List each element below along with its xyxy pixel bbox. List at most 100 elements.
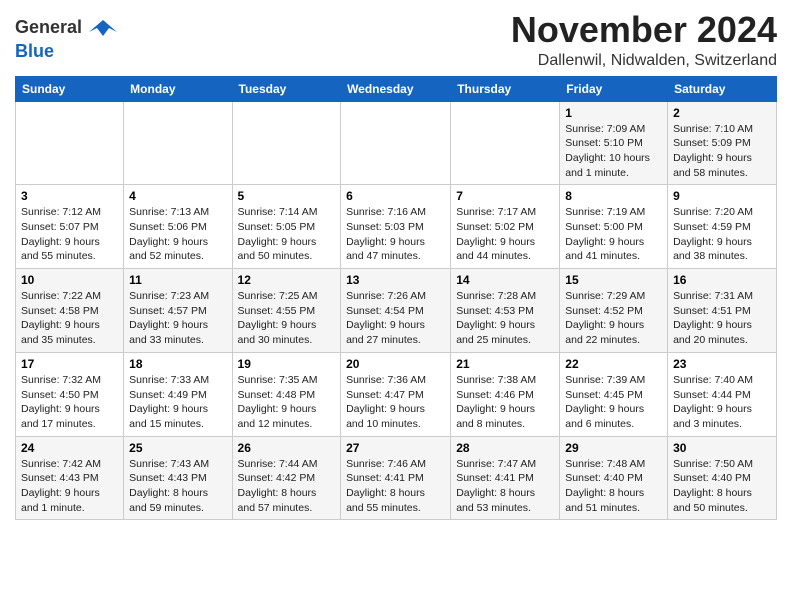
day-number: 27	[346, 441, 445, 455]
calendar-cell: 15 Sunrise: 7:29 AM Sunset: 4:52 PM Dayli…	[560, 269, 668, 353]
weekday-header-wednesday: Wednesday	[341, 76, 451, 101]
calendar-cell: 13 Sunrise: 7:26 AM Sunset: 4:54 PM Dayli…	[341, 269, 451, 353]
day-number: 1	[565, 106, 662, 120]
day-number: 20	[346, 357, 445, 371]
day-detail: Sunrise: 7:22 AM Sunset: 4:58 PM Dayligh…	[21, 289, 118, 348]
day-number: 30	[673, 441, 771, 455]
day-detail: Sunrise: 7:20 AM Sunset: 4:59 PM Dayligh…	[673, 205, 771, 264]
day-detail: Sunrise: 7:32 AM Sunset: 4:50 PM Dayligh…	[21, 373, 118, 432]
day-number: 10	[21, 273, 118, 287]
day-detail: Sunrise: 7:42 AM Sunset: 4:43 PM Dayligh…	[21, 457, 118, 516]
day-number: 12	[238, 273, 336, 287]
day-number: 8	[565, 189, 662, 203]
calendar-cell: 9 Sunrise: 7:20 AM Sunset: 4:59 PM Daylig…	[668, 185, 777, 269]
day-detail: Sunrise: 7:23 AM Sunset: 4:57 PM Dayligh…	[129, 289, 226, 348]
day-number: 26	[238, 441, 336, 455]
day-number: 3	[21, 189, 118, 203]
day-number: 11	[129, 273, 226, 287]
day-detail: Sunrise: 7:31 AM Sunset: 4:51 PM Dayligh…	[673, 289, 771, 348]
calendar-cell: 17 Sunrise: 7:32 AM Sunset: 4:50 PM Dayli…	[16, 352, 124, 436]
weekday-header-saturday: Saturday	[668, 76, 777, 101]
calendar-cell: 22Sunrise: 7:39 AM Sunset: 4:45 PM Dayli…	[560, 352, 668, 436]
weekday-header-row: SundayMondayTuesdayWednesdayThursdayFrid…	[16, 76, 777, 101]
logo-general: General	[15, 14, 117, 42]
location-title: Dallenwil, Nidwalden, Switzerland	[511, 52, 777, 70]
day-number: 25	[129, 441, 226, 455]
weekday-header-monday: Monday	[124, 76, 232, 101]
day-number: 17	[21, 357, 118, 371]
day-detail: Sunrise: 7:29 AM Sunset: 4:52 PM Dayligh…	[565, 289, 662, 348]
day-detail: Sunrise: 7:35 AM Sunset: 4:48 PM Dayligh…	[238, 373, 336, 432]
day-number: 18	[129, 357, 226, 371]
calendar-week-row-2: 3 Sunrise: 7:12 AM Sunset: 5:07 PM Daylig…	[16, 185, 777, 269]
calendar-cell: 25 Sunrise: 7:43 AM Sunset: 4:43 PM Dayli…	[124, 436, 232, 520]
calendar-week-row-4: 17 Sunrise: 7:32 AM Sunset: 4:50 PM Dayli…	[16, 352, 777, 436]
calendar-cell: 3 Sunrise: 7:12 AM Sunset: 5:07 PM Daylig…	[16, 185, 124, 269]
day-number: 5	[238, 189, 336, 203]
day-number: 24	[21, 441, 118, 455]
calendar-cell: 21 Sunrise: 7:38 AM Sunset: 4:46 PM Dayli…	[451, 352, 560, 436]
logo-blue: Blue	[15, 42, 117, 62]
calendar-cell: 5 Sunrise: 7:14 AM Sunset: 5:05 PM Daylig…	[232, 185, 341, 269]
day-number: 7	[456, 189, 554, 203]
calendar-cell: 16Sunrise: 7:31 AM Sunset: 4:51 PM Dayli…	[668, 269, 777, 353]
day-detail: Sunrise: 7:19 AM Sunset: 5:00 PM Dayligh…	[565, 205, 662, 264]
day-detail: Sunrise: 7:13 AM Sunset: 5:06 PM Dayligh…	[129, 205, 226, 264]
calendar-cell: 4 Sunrise: 7:13 AM Sunset: 5:06 PM Daylig…	[124, 185, 232, 269]
calendar-cell: 14 Sunrise: 7:28 AM Sunset: 4:53 PM Dayli…	[451, 269, 560, 353]
calendar-cell: 28 Sunrise: 7:47 AM Sunset: 4:41 PM Dayli…	[451, 436, 560, 520]
calendar-cell	[16, 101, 124, 185]
calendar-cell: 19 Sunrise: 7:35 AM Sunset: 4:48 PM Dayli…	[232, 352, 341, 436]
calendar-cell	[232, 101, 341, 185]
day-detail: Sunrise: 7:14 AM Sunset: 5:05 PM Dayligh…	[238, 205, 336, 264]
day-detail: Sunrise: 7:38 AM Sunset: 4:46 PM Dayligh…	[456, 373, 554, 432]
day-number: 13	[346, 273, 445, 287]
month-title: November 2024	[511, 10, 777, 50]
calendar-week-row-5: 24 Sunrise: 7:42 AM Sunset: 4:43 PM Dayli…	[16, 436, 777, 520]
weekday-header-thursday: Thursday	[451, 76, 560, 101]
day-detail: Sunrise: 7:39 AM Sunset: 4:45 PM Dayligh…	[565, 373, 662, 432]
day-detail: Sunrise: 7:40 AM Sunset: 4:44 PM Dayligh…	[673, 373, 771, 432]
day-detail: Sunrise: 7:09 AM Sunset: 5:10 PM Dayligh…	[565, 122, 662, 181]
day-number: 4	[129, 189, 226, 203]
calendar-cell: 8 Sunrise: 7:19 AM Sunset: 5:00 PM Daylig…	[560, 185, 668, 269]
day-detail: Sunrise: 7:12 AM Sunset: 5:07 PM Dayligh…	[21, 205, 118, 264]
day-number: 2	[673, 106, 771, 120]
day-number: 14	[456, 273, 554, 287]
day-number: 6	[346, 189, 445, 203]
logo-bird-icon	[89, 14, 117, 42]
calendar-table: SundayMondayTuesdayWednesdayThursdayFrid…	[15, 76, 777, 521]
calendar-cell: 2 Sunrise: 7:10 AM Sunset: 5:09 PM Daylig…	[668, 101, 777, 185]
calendar-cell: 18 Sunrise: 7:33 AM Sunset: 4:49 PM Dayli…	[124, 352, 232, 436]
calendar-cell: 1 Sunrise: 7:09 AM Sunset: 5:10 PM Daylig…	[560, 101, 668, 185]
day-number: 15	[565, 273, 662, 287]
day-detail: Sunrise: 7:44 AM Sunset: 4:42 PM Dayligh…	[238, 457, 336, 516]
calendar-cell: 12Sunrise: 7:25 AM Sunset: 4:55 PM Dayli…	[232, 269, 341, 353]
day-detail: Sunrise: 7:28 AM Sunset: 4:53 PM Dayligh…	[456, 289, 554, 348]
page-header: General Blue November 2024 Dallenwil, Ni…	[15, 10, 777, 70]
calendar-cell: 7 Sunrise: 7:17 AM Sunset: 5:02 PM Daylig…	[451, 185, 560, 269]
calendar-cell: 30Sunrise: 7:50 AM Sunset: 4:40 PM Dayli…	[668, 436, 777, 520]
weekday-header-friday: Friday	[560, 76, 668, 101]
calendar-cell	[124, 101, 232, 185]
day-number: 28	[456, 441, 554, 455]
day-detail: Sunrise: 7:26 AM Sunset: 4:54 PM Dayligh…	[346, 289, 445, 348]
day-number: 19	[238, 357, 336, 371]
calendar-cell	[341, 101, 451, 185]
day-detail: Sunrise: 7:33 AM Sunset: 4:49 PM Dayligh…	[129, 373, 226, 432]
calendar-cell: 27 Sunrise: 7:46 AM Sunset: 4:41 PM Dayli…	[341, 436, 451, 520]
day-detail: Sunrise: 7:17 AM Sunset: 5:02 PM Dayligh…	[456, 205, 554, 264]
weekday-header-sunday: Sunday	[16, 76, 124, 101]
day-detail: Sunrise: 7:16 AM Sunset: 5:03 PM Dayligh…	[346, 205, 445, 264]
day-detail: Sunrise: 7:46 AM Sunset: 4:41 PM Dayligh…	[346, 457, 445, 516]
day-detail: Sunrise: 7:43 AM Sunset: 4:43 PM Dayligh…	[129, 457, 226, 516]
day-detail: Sunrise: 7:10 AM Sunset: 5:09 PM Dayligh…	[673, 122, 771, 181]
calendar-cell: 6 Sunrise: 7:16 AM Sunset: 5:03 PM Daylig…	[341, 185, 451, 269]
calendar-cell: 29Sunrise: 7:48 AM Sunset: 4:40 PM Dayli…	[560, 436, 668, 520]
day-number: 9	[673, 189, 771, 203]
logo: General Blue	[15, 14, 117, 62]
day-detail: Sunrise: 7:47 AM Sunset: 4:41 PM Dayligh…	[456, 457, 554, 516]
day-number: 21	[456, 357, 554, 371]
day-detail: Sunrise: 7:48 AM Sunset: 4:40 PM Dayligh…	[565, 457, 662, 516]
day-number: 23	[673, 357, 771, 371]
